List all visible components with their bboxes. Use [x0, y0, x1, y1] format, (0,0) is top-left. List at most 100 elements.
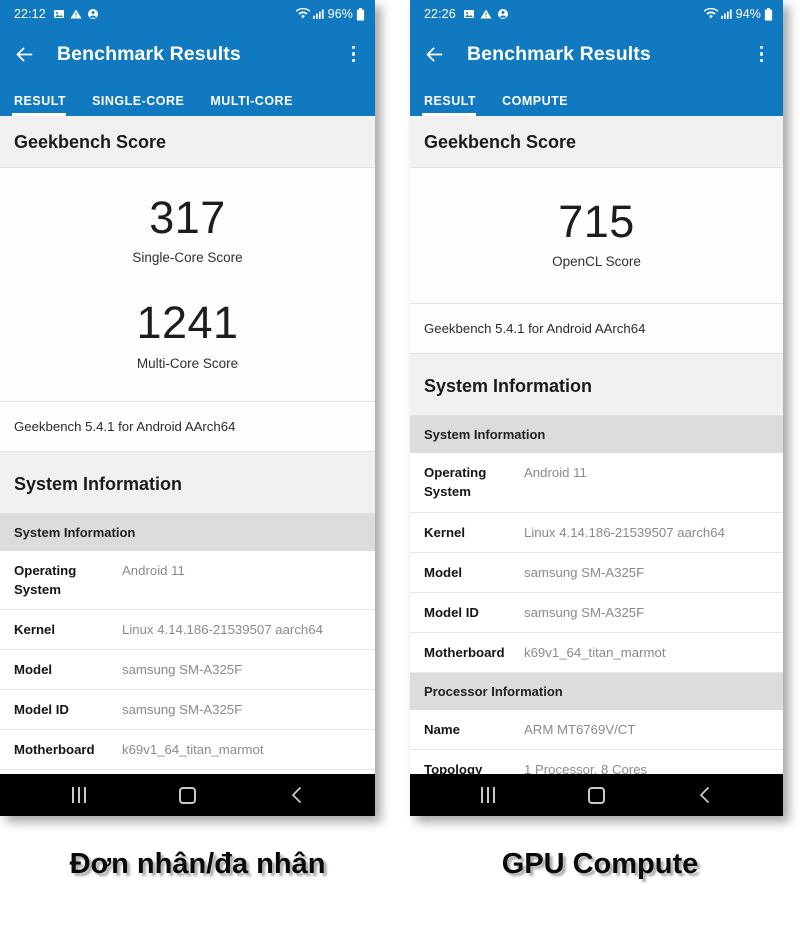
- battery-icon: [356, 7, 365, 21]
- tab-single-core[interactable]: SINGLE-CORE: [80, 94, 198, 116]
- row-value: ARM MT6769V/CT: [524, 722, 636, 738]
- row-value: samsung SM-A325F: [122, 702, 243, 718]
- back-arrow-icon[interactable]: [14, 44, 35, 65]
- table-row: Model ID samsung SM-A325F: [410, 592, 783, 633]
- image-icon: [53, 8, 65, 20]
- row-key: Model: [14, 661, 53, 677]
- score-spacer: [0, 265, 375, 299]
- comparison-figure: 22:12 96% Benchmark Results RESULT SINGL…: [0, 0, 800, 925]
- geekbench-score-heading: Geekbench Score: [0, 116, 375, 168]
- table-row: Kernel Linux 4.14.186-21539507 aarch64: [0, 609, 375, 650]
- status-icons-left: [53, 8, 99, 20]
- recents-icon[interactable]: [50, 774, 108, 816]
- table-row: Name ARM MT6769V/CT: [410, 710, 783, 751]
- status-icons-right: 96%: [295, 7, 365, 21]
- row-key: Motherboard: [14, 742, 95, 758]
- kebab-menu-icon[interactable]: [344, 40, 364, 69]
- app-bar: Benchmark Results: [0, 28, 375, 80]
- warning-icon: [480, 8, 492, 20]
- back-icon[interactable]: [676, 774, 734, 816]
- android-nav-bar: [410, 774, 783, 816]
- score-block: 715 OpenCL Score: [410, 168, 783, 305]
- opencl-score-value: 715: [558, 196, 635, 247]
- system-information-group-header: System Information: [0, 513, 375, 551]
- status-clock: 22:12: [14, 7, 46, 21]
- row-key: Model: [424, 564, 463, 580]
- wifi-icon: [295, 8, 310, 20]
- caption-left: Đơn nhân/đa nhân: [69, 848, 326, 880]
- row-value: Linux 4.14.186-21539507 aarch64: [122, 621, 323, 637]
- row-value: samsung SM-A325F: [122, 661, 243, 677]
- table-row: Operating System Android 11: [0, 550, 375, 610]
- home-icon[interactable]: [567, 774, 625, 816]
- android-nav-bar: [0, 774, 375, 816]
- score-block: 317 Single-Core Score 1241 Multi-Core Sc…: [0, 168, 375, 402]
- row-value: Linux 4.14.186-21539507 aarch64: [524, 524, 725, 540]
- system-information-heading: System Information: [0, 451, 375, 514]
- row-value: k69v1_64_titan_marmot: [122, 742, 264, 758]
- table-row: Operating System Android 11: [410, 453, 783, 513]
- phone-screenshot-left: 22:12 96% Benchmark Results RESULT SINGL…: [0, 0, 375, 816]
- status-bar: 22:12 96%: [0, 0, 375, 28]
- status-bar: 22:26 94%: [410, 0, 783, 28]
- geekbench-version-text: Geekbench 5.4.1 for Android AArch64: [410, 304, 783, 355]
- row-key: Operating System: [14, 562, 77, 597]
- row-key: Name: [424, 722, 460, 738]
- account-icon: [497, 8, 509, 20]
- single-core-score-value: 317: [149, 192, 226, 243]
- tab-multi-core[interactable]: MULTI-CORE: [198, 94, 307, 116]
- battery-percent: 96%: [327, 7, 353, 21]
- table-row: Model samsung SM-A325F: [0, 649, 375, 691]
- status-clock: 22:26: [424, 7, 456, 21]
- tab-result[interactable]: RESULT: [12, 94, 80, 116]
- page-title: Benchmark Results: [467, 42, 651, 65]
- row-key: Model ID: [424, 604, 479, 620]
- tab-result[interactable]: RESULT: [422, 94, 490, 116]
- kebab-menu-icon[interactable]: [752, 40, 772, 69]
- row-value: Android 11: [524, 465, 587, 481]
- table-row: Motherboard k69v1_64_titan_marmot: [0, 730, 375, 771]
- back-icon[interactable]: [268, 774, 326, 816]
- signal-icon: [720, 8, 732, 20]
- content-area: Geekbench Score 317 Single-Core Score 12…: [0, 116, 375, 771]
- image-icon: [463, 8, 475, 20]
- table-row: Model ID samsung SM-A325F: [0, 690, 375, 731]
- caption-right: GPU Compute: [501, 848, 699, 880]
- app-bar: Benchmark Results: [410, 28, 783, 80]
- processor-information-group-header: Processor Information: [410, 673, 783, 711]
- geekbench-score-heading: Geekbench Score: [410, 116, 783, 168]
- row-key: Model ID: [14, 702, 69, 718]
- row-value: samsung SM-A325F: [524, 604, 645, 620]
- table-row: Model samsung SM-A325F: [410, 552, 783, 593]
- battery-percent: 94%: [735, 7, 761, 21]
- system-information-group-header: System Information: [410, 416, 783, 454]
- system-information-heading: System Information: [410, 354, 783, 417]
- row-key: Kernel: [14, 621, 56, 637]
- geekbench-version-text: Geekbench 5.4.1 for Android AArch64: [0, 401, 375, 452]
- phone-screenshot-right: 22:26 94% Benchmark Results RESULT COMPU…: [410, 0, 783, 816]
- status-icons-left: [463, 8, 509, 20]
- signal-icon: [312, 8, 324, 20]
- tab-compute[interactable]: COMPUTE: [490, 94, 582, 116]
- row-key: Motherboard: [424, 644, 505, 660]
- row-key: Operating System: [424, 465, 487, 500]
- back-arrow-icon[interactable]: [424, 44, 445, 65]
- row-key: Kernel: [424, 524, 466, 540]
- recents-icon[interactable]: [459, 774, 517, 816]
- multi-core-score-value: 1241: [136, 297, 239, 349]
- status-icons-right: 94%: [703, 7, 773, 21]
- opencl-score-label: OpenCL Score: [552, 254, 641, 270]
- multi-core-score-label: Multi-Core Score: [136, 355, 239, 371]
- tab-bar: RESULT SINGLE-CORE MULTI-CORE: [0, 80, 375, 116]
- warning-icon: [70, 8, 82, 20]
- page-title: Benchmark Results: [57, 42, 241, 65]
- wifi-icon: [703, 8, 718, 20]
- home-icon[interactable]: [159, 774, 217, 816]
- account-icon: [87, 8, 99, 20]
- single-core-score-label: Single-Core Score: [132, 250, 243, 266]
- row-value: samsung SM-A325F: [524, 564, 645, 580]
- row-value: k69v1_64_titan_marmot: [524, 644, 666, 660]
- tab-bar: RESULT COMPUTE: [410, 80, 783, 116]
- table-row: Motherboard k69v1_64_titan_marmot: [410, 632, 783, 674]
- battery-icon: [764, 7, 773, 21]
